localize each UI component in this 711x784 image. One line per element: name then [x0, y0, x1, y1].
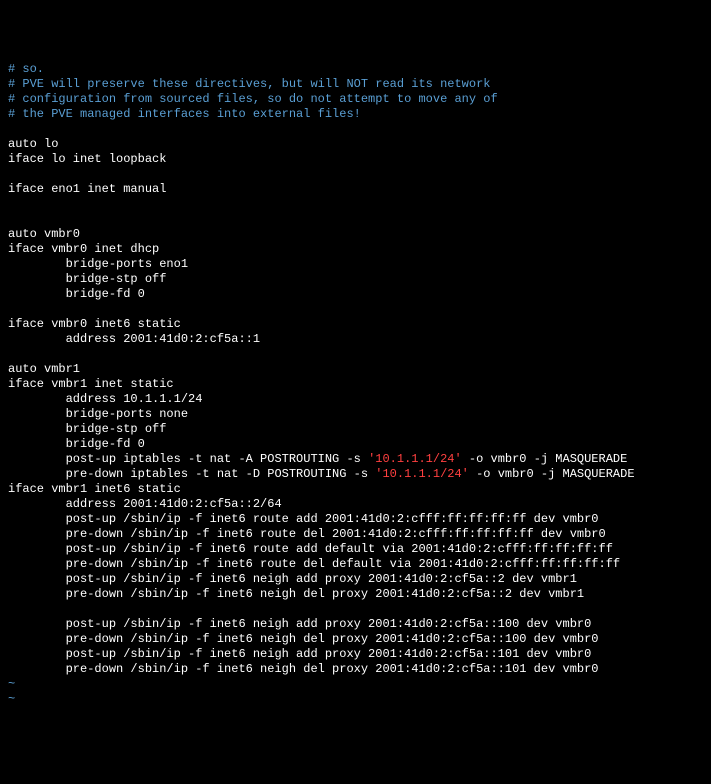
code-text: auto lo	[8, 137, 58, 151]
editor-line: pre-down /sbin/ip -f inet6 neigh del pro…	[8, 587, 703, 602]
code-text	[8, 167, 15, 181]
string-literal: '10.1.1.1/24'	[368, 452, 462, 466]
string-literal: '10.1.1.1/24'	[375, 467, 469, 481]
code-text: iface vmbr1 inet static	[8, 377, 174, 391]
editor-line: pre-down /sbin/ip -f inet6 neigh del pro…	[8, 632, 703, 647]
editor-line: bridge-stp off	[8, 272, 703, 287]
code-text: address 2001:41d0:2:cf5a::2/64	[8, 497, 282, 511]
editor-line: pre-down /sbin/ip -f inet6 neigh del pro…	[8, 662, 703, 677]
editor-line	[8, 167, 703, 182]
editor-line: iface vmbr1 inet static	[8, 377, 703, 392]
editor-line: bridge-fd 0	[8, 287, 703, 302]
editor-line: bridge-fd 0	[8, 437, 703, 452]
editor-line: # the PVE managed interfaces into extern…	[8, 107, 703, 122]
editor-line: post-up /sbin/ip -f inet6 neigh add prox…	[8, 617, 703, 632]
code-text: pre-down /sbin/ip -f inet6 route del def…	[8, 557, 620, 571]
code-text: bridge-fd 0	[8, 287, 145, 301]
editor-line: iface vmbr1 inet6 static	[8, 482, 703, 497]
editor-line: pre-down /sbin/ip -f inet6 route del 200…	[8, 527, 703, 542]
code-text: bridge-stp off	[8, 272, 166, 286]
code-text	[8, 302, 15, 316]
editor-line: pre-down /sbin/ip -f inet6 route del def…	[8, 557, 703, 572]
code-text: -o vmbr0 -j MASQUERADE	[469, 467, 635, 481]
comment-text: # configuration from sourced files, so d…	[8, 92, 498, 106]
editor-line: post-up /sbin/ip -f inet6 route add defa…	[8, 542, 703, 557]
comment-text: # so.	[8, 62, 44, 76]
editor-line	[8, 347, 703, 362]
editor-line	[8, 302, 703, 317]
code-text: post-up /sbin/ip -f inet6 route add 2001…	[8, 512, 599, 526]
editor-line: address 2001:41d0:2:cf5a::1	[8, 332, 703, 347]
code-text: pre-down /sbin/ip -f inet6 neigh del pro…	[8, 632, 599, 646]
editor-line: post-up /sbin/ip -f inet6 neigh add prox…	[8, 572, 703, 587]
code-text: pre-down /sbin/ip -f inet6 neigh del pro…	[8, 662, 599, 676]
code-text: pre-down /sbin/ip -f inet6 route del 200…	[8, 527, 606, 541]
editor-line: post-up /sbin/ip -f inet6 neigh add prox…	[8, 647, 703, 662]
editor-line	[8, 122, 703, 137]
code-text: -o vmbr0 -j MASQUERADE	[462, 452, 628, 466]
code-text	[8, 602, 15, 616]
comment-text: # the PVE managed interfaces into extern…	[8, 107, 361, 121]
editor-line: post-up iptables -t nat -A POSTROUTING -…	[8, 452, 703, 467]
editor-line: # so.	[8, 62, 703, 77]
code-text: address 2001:41d0:2:cf5a::1	[8, 332, 260, 346]
editor-line	[8, 602, 703, 617]
code-text	[8, 197, 15, 211]
code-text: iface lo inet loopback	[8, 152, 166, 166]
editor-line: auto vmbr0	[8, 227, 703, 242]
editor-line: bridge-ports none	[8, 407, 703, 422]
editor-line: bridge-stp off	[8, 422, 703, 437]
editor-line: ~	[8, 677, 703, 692]
code-text: address 10.1.1.1/24	[8, 392, 202, 406]
code-text: iface vmbr0 inet dhcp	[8, 242, 159, 256]
code-text: iface eno1 inet manual	[8, 182, 166, 196]
editor-line: ~	[8, 692, 703, 707]
code-text: bridge-ports none	[8, 407, 188, 421]
editor-line: # PVE will preserve these directives, bu…	[8, 77, 703, 92]
code-text: pre-down /sbin/ip -f inet6 neigh del pro…	[8, 587, 584, 601]
code-text: pre-down iptables -t nat -D POSTROUTING …	[8, 467, 375, 481]
code-text: post-up /sbin/ip -f inet6 route add defa…	[8, 542, 613, 556]
editor-line: iface vmbr0 inet6 static	[8, 317, 703, 332]
code-text: iface vmbr0 inet6 static	[8, 317, 181, 331]
code-text: bridge-ports eno1	[8, 257, 188, 271]
editor-line: pre-down iptables -t nat -D POSTROUTING …	[8, 467, 703, 482]
editor-line	[8, 212, 703, 227]
code-text: auto vmbr0	[8, 227, 80, 241]
empty-line-marker: ~	[8, 677, 15, 691]
code-text	[8, 347, 15, 361]
code-text: post-up iptables -t nat -A POSTROUTING -…	[8, 452, 368, 466]
editor-line: iface lo inet loopback	[8, 152, 703, 167]
code-text	[8, 122, 15, 136]
editor-line: address 10.1.1.1/24	[8, 392, 703, 407]
code-text: bridge-stp off	[8, 422, 166, 436]
editor-line	[8, 197, 703, 212]
editor-line: iface vmbr0 inet dhcp	[8, 242, 703, 257]
code-text: iface vmbr1 inet6 static	[8, 482, 181, 496]
empty-line-marker: ~	[8, 692, 15, 706]
code-text: post-up /sbin/ip -f inet6 neigh add prox…	[8, 572, 577, 586]
editor-line: auto vmbr1	[8, 362, 703, 377]
code-text	[8, 212, 15, 226]
code-text: post-up /sbin/ip -f inet6 neigh add prox…	[8, 647, 591, 661]
text-editor-viewport[interactable]: # so.# PVE will preserve these directive…	[0, 60, 711, 709]
editor-line: auto lo	[8, 137, 703, 152]
editor-line: post-up /sbin/ip -f inet6 route add 2001…	[8, 512, 703, 527]
editor-line: bridge-ports eno1	[8, 257, 703, 272]
editor-line: address 2001:41d0:2:cf5a::2/64	[8, 497, 703, 512]
editor-line: # configuration from sourced files, so d…	[8, 92, 703, 107]
code-text: auto vmbr1	[8, 362, 80, 376]
editor-line: iface eno1 inet manual	[8, 182, 703, 197]
code-text: post-up /sbin/ip -f inet6 neigh add prox…	[8, 617, 591, 631]
code-text: bridge-fd 0	[8, 437, 145, 451]
comment-text: # PVE will preserve these directives, bu…	[8, 77, 490, 91]
